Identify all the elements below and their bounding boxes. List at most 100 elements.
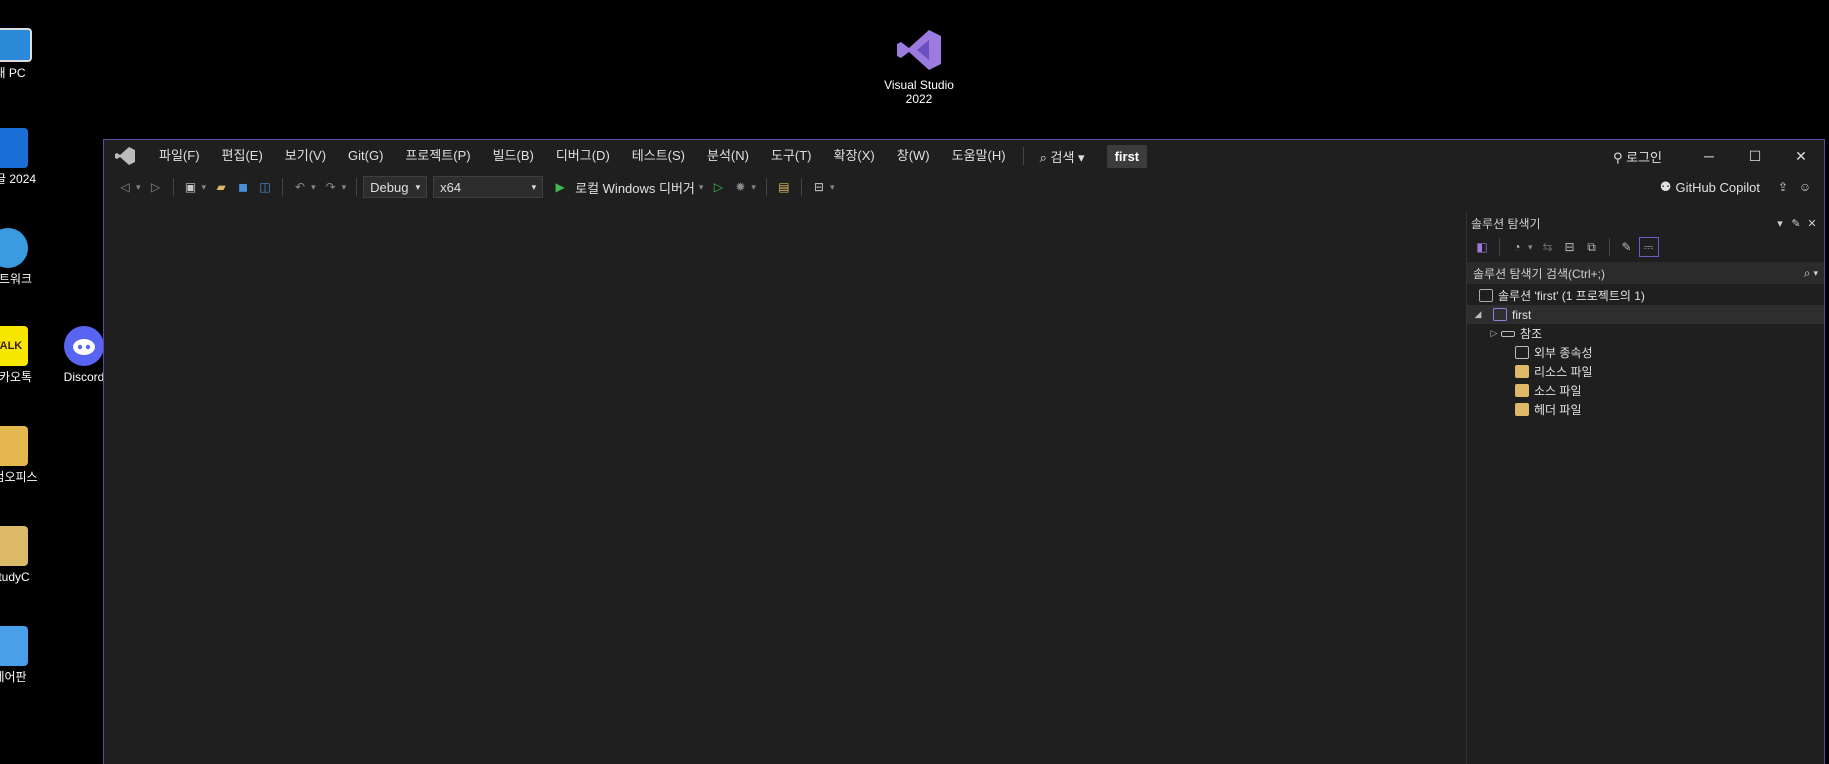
open-file-icon[interactable]: ▰ (212, 178, 230, 196)
solution-explorer-toolbar: ◧ ◔ ▾ ⇆ ⊟ ⧉ ✎ ⎓ (1467, 234, 1824, 260)
collapse-arrow-icon[interactable]: ◢ (1471, 309, 1485, 320)
panel-menu-icon[interactable]: ▾ (1772, 217, 1788, 230)
github-copilot-button[interactable]: GitHub Copilot (1675, 180, 1760, 195)
menu-file[interactable]: 파일(F) (148, 140, 211, 172)
filter-folder-icon (1515, 384, 1529, 397)
desktop-icon-network[interactable]: 네트워크 (0, 228, 50, 286)
hancom-icon (0, 426, 28, 466)
editor-area[interactable] (104, 202, 1466, 764)
folder-icon (0, 526, 28, 566)
desktop-icon-pc[interactable]: 내 PC (0, 28, 50, 80)
menu-debug[interactable]: 디버그(D) (545, 140, 621, 172)
vs-logo-icon (114, 145, 136, 167)
cpp-project-icon (1493, 308, 1507, 321)
browse-folder-icon[interactable]: ▤ (775, 178, 793, 196)
navigate-back-icon[interactable]: ◁ (116, 178, 134, 196)
menu-project[interactable]: 프로젝트(P) (394, 140, 481, 172)
tree-solution[interactable]: 솔루션 'first' (1 프로젝트의 1) (1467, 286, 1824, 305)
show-all-files-icon[interactable]: ⧉ (1583, 238, 1601, 256)
close-panel-icon[interactable]: ✕ (1804, 217, 1820, 230)
separator (1022, 147, 1024, 165)
solution-explorer-panel: 솔루션 탐색기 ▾ ✎ ✕ ◧ ◔ ▾ ⇆ ⊟ ⧉ ✎ ⎓ 솔루션 탐색기 검색… (1466, 212, 1824, 764)
maximize-button[interactable]: ☐ (1732, 140, 1778, 172)
start-debug-button[interactable]: 로컬 Windows 디버거 (575, 178, 695, 197)
collapse-all-icon[interactable]: ⊟ (1561, 238, 1579, 256)
menu-extensions[interactable]: 확장(X) (823, 140, 886, 172)
feedback-icon[interactable]: ☺ (1796, 178, 1814, 196)
solution-explorer-search-input[interactable]: 솔루션 탐색기 검색(Ctrl+;) ⌕ ▾ (1467, 262, 1824, 284)
search-icon: ⌕ (1803, 265, 1811, 280)
pending-changes-icon[interactable]: ◔ (1508, 238, 1526, 256)
pin-icon[interactable]: ✎ (1788, 217, 1804, 230)
login-button[interactable]: ⚲ 로그인 (1613, 147, 1662, 166)
menu-build[interactable]: 빌드(B) (482, 140, 545, 172)
kakaotalk-icon: TALK (0, 326, 28, 366)
tree-item-header-files[interactable]: 헤더 파일 (1467, 400, 1824, 419)
sync-active-icon[interactable]: ⇆ (1539, 238, 1557, 256)
desktop-icon-kakaotalk[interactable]: TALK 카카오톡 (0, 326, 50, 384)
properties-icon[interactable]: ✎ (1618, 238, 1636, 256)
navigate-forward-icon[interactable]: ▷ (147, 178, 165, 196)
menu-view[interactable]: 보기(V) (274, 140, 337, 172)
hot-reload-icon[interactable]: ✹ (731, 178, 749, 196)
tree-item-source-files[interactable]: 소스 파일 (1467, 381, 1824, 400)
filter-folder-icon (1515, 403, 1529, 416)
standard-toolbar: ◁ ▾ ▷ ▣ ▾ ▰ ◼ ◫ ↶ ▾ ↷ ▾ Debug ▾ x64 ▾ ▶ … (104, 172, 1824, 202)
close-button[interactable]: ✕ (1778, 140, 1824, 172)
solution-config-select[interactable]: Debug ▾ (363, 176, 428, 198)
visual-studio-icon (895, 26, 943, 74)
copilot-icon: ⚉ (1659, 179, 1672, 194)
desktop-icon-visual-studio[interactable]: Visual Studio 2022 (879, 26, 959, 106)
chevron-down-icon: ▾ (1813, 267, 1818, 278)
share-icon[interactable]: ⇪ (1774, 178, 1792, 196)
menu-window[interactable]: 창(W) (886, 140, 941, 172)
desktop-icon-hangul[interactable]: 한글 2024 (0, 128, 50, 186)
tree-item-resource-files[interactable]: 리소스 파일 (1467, 362, 1824, 381)
chevron-down-icon: ▾ (415, 181, 421, 192)
search-button[interactable]: ⌕ 검색 ▾ (1030, 147, 1095, 166)
solution-icon (1479, 289, 1493, 302)
menu-test[interactable]: 테스트(S) (621, 140, 696, 172)
undo-icon[interactable]: ↶ (291, 178, 309, 196)
switch-views-icon[interactable]: ◧ (1473, 238, 1491, 256)
external-deps-icon (1515, 346, 1529, 359)
preview-icon[interactable]: ⎓ (1638, 237, 1659, 257)
references-icon (1501, 330, 1515, 337)
menu-analyze[interactable]: 분석(N) (696, 140, 760, 172)
pc-icon (0, 28, 32, 62)
discord-icon (64, 326, 104, 366)
solution-name-badge[interactable]: first (1106, 144, 1148, 168)
chevron-down-icon: ▾ (1078, 149, 1085, 165)
desktop: 내 PC 한글 2024 네트워크 TALK 카카오톡 Discord 한컴오피… (0, 0, 1829, 764)
start-debug-icon[interactable]: ▶ (551, 178, 569, 196)
visual-studio-window: 파일(F) 편집(E) 보기(V) Git(G) 프로젝트(P) 빌드(B) 디… (103, 139, 1825, 764)
tree-project[interactable]: ◢ first (1467, 305, 1824, 324)
start-without-debug-icon[interactable]: ▷ (709, 178, 727, 196)
tree-item-references[interactable]: ▷ 참조 (1467, 324, 1824, 343)
chevron-down-icon: ▾ (531, 181, 537, 192)
menu-git[interactable]: Git(G) (337, 140, 394, 172)
redo-icon[interactable]: ↷ (322, 178, 340, 196)
desktop-icon-hancom[interactable]: 한컴오피스 (0, 426, 50, 484)
tree-item-external-dependencies[interactable]: 외부 종속성 (1467, 343, 1824, 362)
expand-arrow-icon[interactable]: ▷ (1487, 328, 1501, 339)
account-icon: ⚲ (1612, 149, 1623, 165)
menu-tools[interactable]: 도구(T) (760, 140, 823, 172)
save-icon[interactable]: ◼ (234, 178, 252, 196)
new-project-icon[interactable]: ▣ (182, 178, 200, 196)
panel-title: 솔루션 탐색기 (1471, 216, 1541, 231)
minimize-button[interactable]: ─ (1686, 140, 1732, 172)
solution-platform-select[interactable]: x64 ▾ (433, 176, 544, 198)
layout-icon[interactable]: ⊟ (810, 178, 828, 196)
menu-edit[interactable]: 편집(E) (211, 140, 274, 172)
save-all-icon[interactable]: ◫ (256, 178, 274, 196)
filter-folder-icon (1515, 365, 1529, 378)
desktop-icon-control-panel[interactable]: 제어판 (0, 626, 50, 684)
control-panel-icon (0, 626, 28, 666)
solution-explorer-header: 솔루션 탐색기 ▾ ✎ ✕ (1467, 212, 1824, 234)
network-icon (0, 228, 28, 268)
title-bar: 파일(F) 편집(E) 보기(V) Git(G) 프로젝트(P) 빌드(B) 디… (104, 140, 1824, 172)
menu-help[interactable]: 도움말(H) (941, 140, 1017, 172)
desktop-icon-studyc[interactable]: StudyC (0, 526, 50, 584)
hangul-icon (0, 128, 28, 168)
